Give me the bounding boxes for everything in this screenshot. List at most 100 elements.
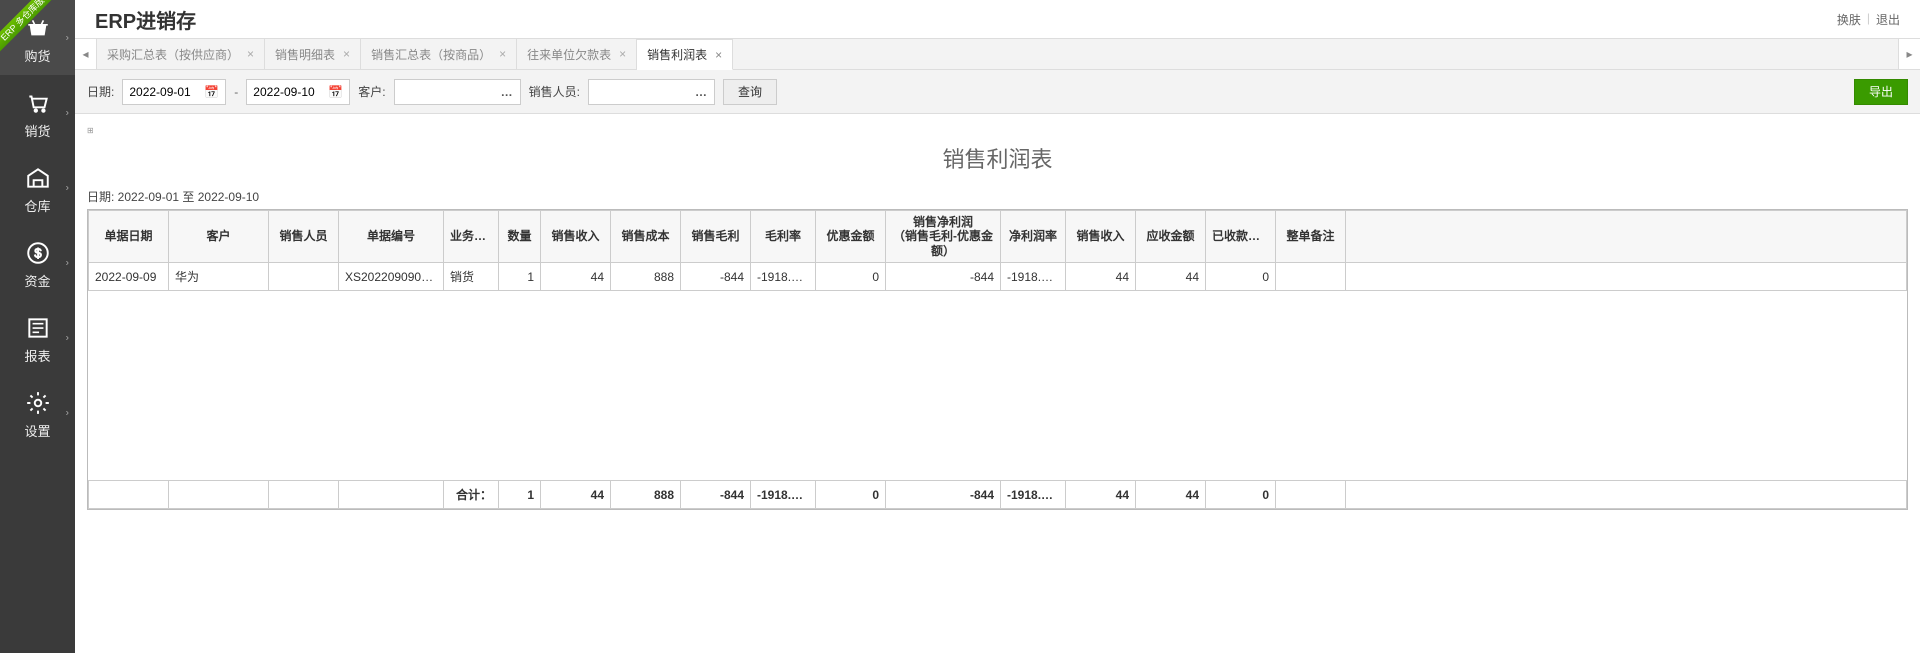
column-header[interactable]: 销售收入 [541,211,611,263]
tab-1[interactable]: 销售明细表 × [265,39,361,69]
footer-cell: 44 [541,481,611,509]
footer-cell [169,481,269,509]
chevron-right-icon: › [66,32,69,43]
footer-cell: 1 [499,481,541,509]
sidebar-finance[interactable]: $ 资金 › [0,225,75,300]
customer-label: 客户: [358,83,385,100]
salesperson-input-wrap[interactable]: … [588,79,715,105]
sidebar-item-label: 销货 [24,121,50,140]
close-icon[interactable]: × [247,47,254,61]
export-button[interactable]: 导出 [1854,79,1908,105]
column-header[interactable]: 销售成本 [611,211,681,263]
close-icon[interactable]: × [499,47,506,61]
tab-2[interactable]: 销售汇总表（按商品） × [361,39,517,69]
tab-scroll-left[interactable]: ◂ [75,39,97,69]
report-grid: 单据日期客户销售人员单据编号业务类型数量销售收入销售成本销售毛利毛利率优惠金额销… [87,209,1908,510]
footer-cell: -844 [886,481,1001,509]
top-links: 换肤 | 退出 [1837,11,1900,28]
tab-scroll-right[interactable]: ▸ [1898,39,1920,69]
ellipsis-icon[interactable]: … [665,85,708,99]
query-button[interactable]: 查询 [723,79,777,105]
footer-cell [1276,481,1346,509]
tab-label: 销售汇总表（按商品） [371,46,491,63]
column-header[interactable]: 数量 [499,211,541,263]
cell: XS202209090036255 [339,263,444,291]
cart-icon [24,89,52,117]
column-header[interactable]: 业务类型 [444,211,499,263]
footer-cell: 0 [816,481,886,509]
cell: 44 [1136,263,1206,291]
date-to-input-wrap[interactable]: 📅 [246,79,350,105]
report-area: 销售利润表 日期: 2022-09-01 至 2022-09-10 单据日期客户… [75,114,1920,653]
footer-cell: 合计： [444,481,499,509]
date-to-input[interactable] [253,85,328,99]
chevron-right-icon: › [66,257,69,268]
cell [1276,263,1346,291]
sidebar-item-label: 购货 [24,46,50,65]
column-header[interactable]: 销售净利润（销售毛利-优惠金额） [886,211,1001,263]
money-icon: $ [24,239,52,267]
grid-toggle-icon[interactable] [87,122,93,128]
tab-label: 销售明细表 [275,46,335,63]
tab-3[interactable]: 往来单位欠款表× [517,39,637,69]
top-header: ERP进销存 换肤 | 退出 [75,0,1920,38]
column-header[interactable]: 优惠金额 [816,211,886,263]
calendar-icon[interactable]: 📅 [328,85,343,99]
report-date-range: 日期: 2022-09-01 至 2022-09-10 [87,188,1908,205]
sidebar-report[interactable]: 报表 › [0,300,75,375]
date-from-input[interactable] [129,85,204,99]
customer-input[interactable] [401,85,471,99]
warehouse-icon [24,164,52,192]
footer-cell [339,481,444,509]
footer-cell: -1918.18% [751,481,816,509]
tab-4[interactable]: 销售利润表 × [637,39,733,70]
date-from-input-wrap[interactable]: 📅 [122,79,226,105]
cell: -844 [681,263,751,291]
sidebar-purchase[interactable]: 购货 › [0,0,75,75]
column-header[interactable]: 净利润率 [1001,211,1066,263]
column-header[interactable]: 销售毛利 [681,211,751,263]
column-header[interactable]: 毛利率 [751,211,816,263]
column-header[interactable]: 整单备注 [1276,211,1346,263]
sidebar-settings[interactable]: 设置 › [0,375,75,450]
close-icon[interactable]: × [715,48,722,62]
column-header[interactable]: 客户 [169,211,269,263]
report-icon [24,314,52,342]
column-header-extra [1346,211,1907,263]
date-label: 日期: [87,83,114,100]
tab-0[interactable]: 采购汇总表（按供应商）× [97,39,265,69]
close-icon[interactable]: × [343,47,350,61]
logout-link[interactable]: 退出 [1876,11,1900,28]
skin-link[interactable]: 换肤 [1837,11,1861,28]
column-header[interactable]: 应收金额 [1136,211,1206,263]
customer-input-wrap[interactable]: … [394,79,521,105]
footer-cell: -1918.18% [1001,481,1066,509]
cell: 0 [1206,263,1276,291]
footer-cell [89,481,169,509]
ellipsis-icon[interactable]: … [471,85,514,99]
cell: 1 [499,263,541,291]
sidebar-warehouse[interactable]: 仓库 › [0,150,75,225]
footer-cell [1346,481,1907,509]
main-sidebar: 购货 › 销货 › 仓库 › $ 资金 › [0,0,75,653]
sidebar-sales[interactable]: 销货 › [0,75,75,150]
sidebar-item-label: 报表 [24,346,50,365]
table-row[interactable]: 2022-09-09华为XS202209090036255销货144888-84… [89,263,1907,291]
tab-label: 销售利润表 [647,46,707,63]
salesperson-input[interactable] [595,85,665,99]
column-header[interactable]: 单据编号 [339,211,444,263]
column-header[interactable]: 销售收入 [1066,211,1136,263]
cell: 华为 [169,263,269,291]
chevron-right-icon: › [66,107,69,118]
table-footer-row: 合计：144888-844-1918.18%0-844-1918.18%4444… [89,481,1907,509]
sidebar-item-label: 设置 [24,421,50,440]
calendar-icon[interactable]: 📅 [204,85,219,99]
close-icon[interactable]: × [619,47,626,61]
svg-text:$: $ [34,245,42,260]
column-header[interactable]: 单据日期 [89,211,169,263]
filter-bar: 日期: 📅 - 📅 客户: … 销售人员: … 查询 导出 [75,70,1920,114]
column-header[interactable]: 销售人员 [269,211,339,263]
report-title: 销售利润表 [87,142,1908,174]
column-header[interactable]: 已收款金额 [1206,211,1276,263]
cell: 44 [541,263,611,291]
